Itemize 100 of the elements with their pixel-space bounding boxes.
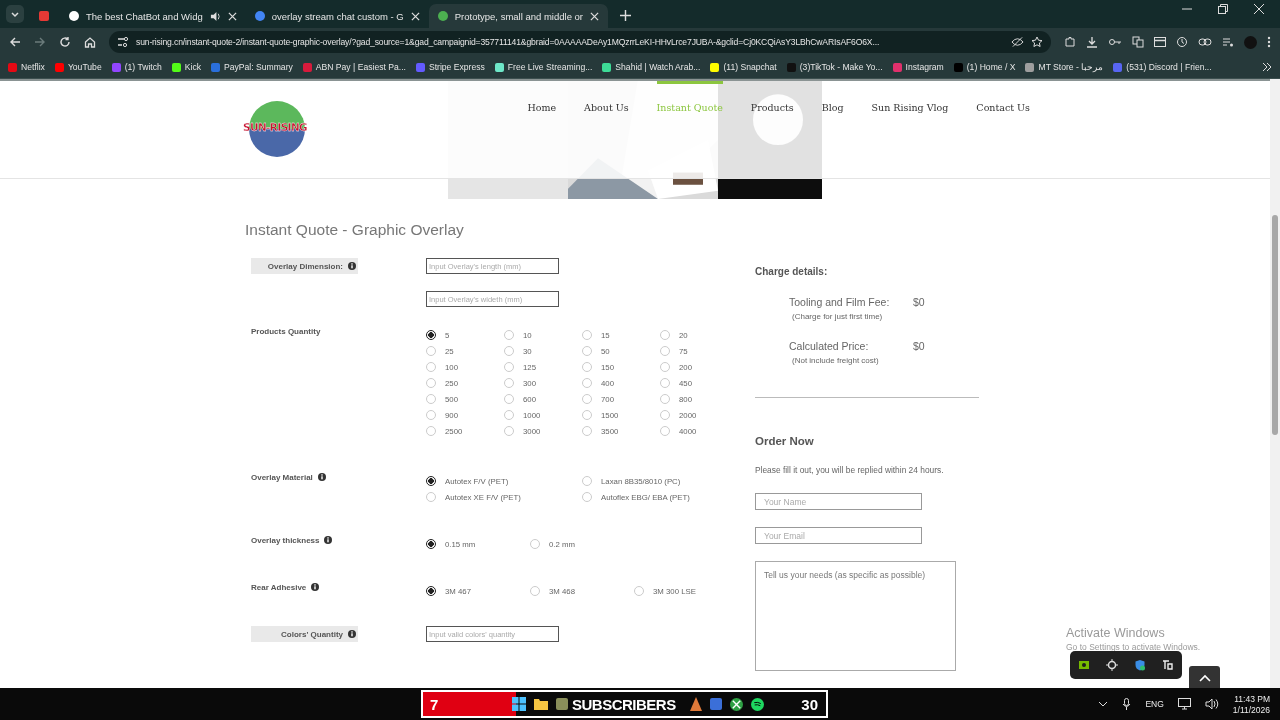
reload-icon[interactable] [59, 36, 71, 48]
tab-title[interactable]: overlay stream chat custom - G [271, 10, 404, 22]
home-icon[interactable] [84, 36, 96, 48]
subscriber-goal: 30 [801, 695, 818, 713]
nav-link[interactable]: Sun Rising Vlog [871, 81, 949, 113]
clock-time[interactable]: 11:43 PM [1234, 693, 1270, 704]
needs-field[interactable]: Tell us your needs (as specific as possible) [755, 561, 956, 671]
bookmark-label[interactable]: Netflix [21, 62, 45, 72]
bookmark-label[interactable]: (1) Twitch [124, 62, 162, 72]
eye-off-icon[interactable] [1011, 36, 1024, 48]
download-icon[interactable] [1086, 36, 1098, 48]
browser-tab[interactable]: overlay stream chat custom - G [245, 4, 429, 28]
info-icon[interactable] [348, 630, 356, 638]
info-icon[interactable] [311, 583, 320, 591]
clock-date[interactable]: 1/11/2026 [1232, 704, 1270, 715]
shield-icon[interactable] [1134, 659, 1146, 671]
bookmark[interactable]: (11) Snapchat [710, 62, 777, 72]
back-icon[interactable] [9, 36, 21, 48]
app-icon[interactable] [689, 697, 702, 711]
info-icon[interactable] [348, 262, 356, 270]
bookmark[interactable]: (1) Home / X [953, 62, 1016, 72]
new-tab-icon[interactable] [620, 10, 631, 21]
fee-value: $0 [913, 340, 925, 352]
field-label: Colors' Quantity [281, 629, 343, 639]
fee-note: (Charge for just first time) [792, 312, 884, 321]
info-icon[interactable] [317, 473, 326, 481]
restore-icon[interactable] [1218, 4, 1228, 14]
bookmark[interactable]: Netflix [8, 62, 45, 72]
close-icon[interactable] [227, 11, 237, 21]
bookmark-label[interactable]: PayPal: Summary [224, 62, 293, 72]
menu-icon[interactable] [1267, 36, 1271, 48]
fee-note: (Not include freight cost) [792, 356, 880, 365]
section-title: Charge details: [755, 266, 829, 277]
site-info-icon[interactable] [117, 36, 129, 48]
translate-icon[interactable] [1132, 36, 1144, 48]
bookmark-label[interactable]: (11) Snapchat [723, 62, 777, 72]
fee-label: Calculated Price: [789, 340, 870, 352]
email-field[interactable]: Your Email [755, 527, 922, 544]
bookmark-label[interactable]: (1) Home / X [966, 62, 1016, 72]
language-indicator[interactable]: ENG [1145, 699, 1164, 709]
nav-link[interactable]: Contact Us [976, 81, 1030, 113]
chevron-icon[interactable] [1262, 62, 1272, 72]
app-icon[interactable] [1162, 659, 1174, 671]
bookmark[interactable]: (1) Twitch [111, 62, 162, 72]
nav-link[interactable]: Products [750, 81, 794, 113]
bookmark[interactable]: PayPal: Summary [211, 62, 293, 72]
key-icon[interactable] [1108, 36, 1122, 48]
bookmark[interactable]: Stripe Express [415, 62, 485, 72]
speaker-icon[interactable] [1204, 698, 1219, 710]
nav-link[interactable]: About Us [584, 81, 629, 113]
history-icon[interactable] [1176, 36, 1188, 48]
speaker-icon[interactable] [209, 10, 221, 22]
extensions-icon[interactable] [1064, 36, 1076, 48]
close-icon[interactable] [410, 11, 420, 21]
card-icon[interactable] [1154, 37, 1166, 47]
fee-value: $0 [913, 296, 925, 308]
music-icon[interactable] [750, 697, 764, 711]
name-field[interactable]: Your Name [755, 493, 922, 510]
bookmark[interactable]: Instagram [892, 62, 944, 72]
subscriber-label: SUBSCRIBERS [572, 695, 676, 713]
radio-button[interactable] [426, 539, 436, 549]
nav-link[interactable]: Home [527, 81, 557, 113]
field-label: Overlay thickness [251, 535, 320, 545]
bookmark-label[interactable]: Instagram [905, 62, 944, 72]
info-icon[interactable] [324, 536, 333, 544]
field-label: Overlay Dimension: [267, 261, 343, 271]
windows-icon[interactable] [512, 697, 526, 711]
link-icon[interactable] [1198, 37, 1212, 47]
address-bar[interactable]: sun-rising.cn/instant-quote-2/instant-quote-graphic-overlay/?gad_source=1&gad_campaignid=357711141&gbraid=0AAAAADeAy1MQzrrLeKI-HHvLrce7JUBA-&gclid=Cj0KCQiAsY3LBhCwARIsAF6O6X... [109, 31, 1051, 53]
close-icon[interactable] [590, 11, 599, 21]
tab-title[interactable]: The best ChatBot and Widg [86, 10, 203, 22]
nvidia-icon[interactable] [1078, 659, 1090, 671]
tab-search-button[interactable] [6, 5, 24, 23]
xbox-icon[interactable] [729, 697, 743, 711]
caret-icon[interactable] [10, 9, 20, 19]
back-to-top-button[interactable] [1189, 666, 1220, 688]
star-icon[interactable] [1031, 36, 1043, 48]
bookmark[interactable]: MT Store - مرحبا [1025, 62, 1104, 72]
bookmark-label[interactable]: YouTube [67, 62, 102, 72]
bookmark[interactable]: Kick [171, 62, 201, 72]
scrollbar[interactable] [1270, 79, 1280, 688]
radio-button[interactable] [426, 586, 436, 596]
bookmark-label[interactable]: MT Store - مرحبا [1038, 62, 1104, 72]
bookmark[interactable]: YouTube [54, 62, 102, 72]
tab-title[interactable]: Prototype, small and middle or [454, 10, 583, 22]
field-label: Rear Adhesive [251, 582, 307, 592]
radio-button[interactable] [426, 476, 436, 486]
nav-link[interactable]: Blog [821, 81, 844, 113]
bookmark-label[interactable]: Kick [184, 62, 201, 72]
activation-text: Go to Settings to activate Windows. [1066, 642, 1201, 652]
browser-tab[interactable]: The best ChatBot and Widg [60, 4, 246, 28]
monitor-icon[interactable] [1177, 698, 1191, 710]
fee-label: Tooling and Film Fee: [789, 296, 891, 308]
radio-button[interactable] [426, 330, 436, 340]
media-icon[interactable] [1222, 36, 1234, 48]
close-icon[interactable] [1254, 4, 1264, 14]
browser-tab[interactable]: Prototype, small and middle or [428, 4, 608, 28]
bookmark-label[interactable]: Stripe Express [428, 62, 485, 72]
microphone-icon[interactable] [1122, 698, 1132, 710]
folder-icon[interactable] [534, 698, 548, 710]
